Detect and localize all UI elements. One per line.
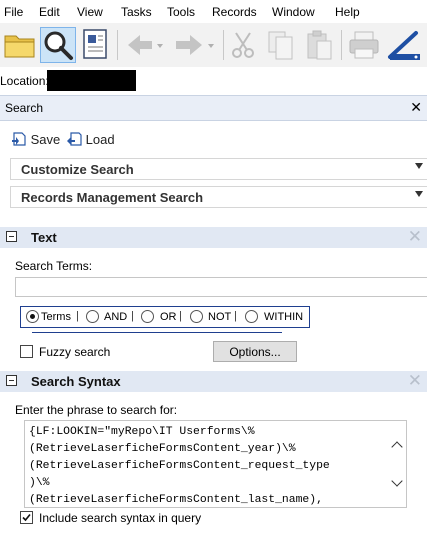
radio-within-label: WITHIN bbox=[264, 311, 304, 323]
back-icon[interactable] bbox=[124, 27, 166, 63]
phrase-label: Enter the phrase to search for: bbox=[15, 403, 178, 417]
radio-terms-label: Terms bbox=[41, 311, 71, 323]
folder-icon[interactable] bbox=[2, 27, 38, 63]
chevron-down-icon bbox=[415, 163, 423, 169]
separator: | bbox=[234, 310, 237, 322]
toolbar-separator bbox=[341, 30, 342, 60]
radio-within[interactable] bbox=[245, 310, 258, 323]
search-terms-input[interactable] bbox=[15, 277, 427, 297]
menu-view[interactable]: View bbox=[77, 5, 103, 19]
collapse-icon[interactable] bbox=[6, 375, 17, 386]
menu-window[interactable]: Window bbox=[272, 5, 315, 19]
close-icon[interactable]: ✕ bbox=[410, 99, 422, 116]
search-syntax-text[interactable]: {LF:LOOKIN="myRepo\IT Userforms\% (Retri… bbox=[29, 424, 383, 509]
load-icon bbox=[67, 132, 82, 146]
search-syntax-section-header[interactable]: Search Syntax ✕ bbox=[0, 371, 427, 392]
syntax-scrollbar[interactable] bbox=[388, 421, 406, 507]
records-management-search-label: Records Management Search bbox=[21, 190, 204, 205]
menu-help[interactable]: Help bbox=[335, 5, 360, 19]
radio-and-label: AND bbox=[104, 311, 128, 323]
menu-records[interactable]: Records bbox=[212, 5, 257, 19]
save-label: Save bbox=[30, 132, 61, 147]
location-bar: Location: bbox=[0, 67, 427, 95]
fuzzy-search-checkbox[interactable] bbox=[20, 345, 33, 358]
search-syntax-title: Search Syntax bbox=[31, 374, 121, 389]
toolbar-separator bbox=[223, 30, 224, 60]
checkmark-icon bbox=[22, 513, 31, 522]
text-section-title: Text bbox=[31, 230, 57, 245]
save-button[interactable]: Save bbox=[11, 131, 60, 147]
radio-or[interactable] bbox=[141, 310, 154, 323]
operator-underline bbox=[32, 332, 282, 333]
search-panel-header: Search ✕ bbox=[0, 95, 427, 121]
document-icon[interactable] bbox=[80, 27, 112, 63]
search-syntax-textarea[interactable]: {LF:LOOKIN="myRepo\IT Userforms\% (Retri… bbox=[24, 420, 407, 508]
menu-tasks[interactable]: Tasks bbox=[121, 5, 152, 19]
search-terms-label: Search Terms: bbox=[15, 259, 93, 273]
cut-icon[interactable] bbox=[228, 27, 260, 63]
remove-section-icon[interactable]: ✕ bbox=[408, 371, 422, 391]
customize-search-dropdown[interactable]: Customize Search bbox=[10, 158, 427, 180]
load-label: Load bbox=[85, 132, 115, 147]
text-section-header[interactable]: Text ✕ bbox=[0, 227, 427, 248]
copy-icon[interactable] bbox=[264, 27, 298, 63]
toolbar-separator bbox=[117, 30, 118, 60]
load-button[interactable]: Load bbox=[66, 131, 115, 147]
menu-edit[interactable]: Edit bbox=[39, 5, 60, 19]
panel-bottom bbox=[0, 533, 427, 553]
include-syntax-label: Include search syntax in query bbox=[39, 511, 202, 525]
chevron-up-icon[interactable] bbox=[391, 441, 403, 453]
print-icon[interactable] bbox=[346, 27, 382, 63]
radio-or-label: OR bbox=[160, 311, 177, 323]
customize-search-label: Customize Search bbox=[21, 162, 134, 177]
menu-tools[interactable]: Tools bbox=[167, 5, 195, 19]
scanner-icon[interactable] bbox=[386, 27, 424, 63]
radio-not-label: NOT bbox=[208, 311, 232, 323]
search-panel-title: Search bbox=[5, 101, 44, 115]
separator: | bbox=[131, 310, 134, 322]
collapse-icon[interactable] bbox=[6, 231, 17, 242]
chevron-down-icon bbox=[415, 191, 423, 197]
save-icon bbox=[12, 132, 26, 146]
radio-not[interactable] bbox=[190, 310, 203, 323]
search-icon[interactable] bbox=[40, 27, 76, 63]
separator: | bbox=[76, 310, 79, 322]
paste-icon[interactable] bbox=[302, 27, 336, 63]
include-syntax-checkbox[interactable] bbox=[20, 511, 33, 524]
records-management-search-dropdown[interactable]: Records Management Search bbox=[10, 186, 427, 208]
location-label: Location: bbox=[0, 74, 49, 88]
fuzzy-search-label: Fuzzy search bbox=[39, 345, 111, 359]
options-button[interactable]: Options... bbox=[213, 341, 297, 362]
location-value-redacted[interactable] bbox=[47, 70, 136, 91]
chevron-down-icon[interactable] bbox=[391, 475, 403, 487]
toolbar bbox=[0, 23, 427, 67]
remove-section-icon[interactable]: ✕ bbox=[408, 227, 422, 247]
separator: | bbox=[179, 310, 182, 322]
menu-file[interactable]: File bbox=[4, 5, 23, 19]
menu-bar: File Edit View Tasks Tools Records Windo… bbox=[0, 0, 427, 23]
radio-terms[interactable] bbox=[26, 310, 39, 323]
radio-and[interactable] bbox=[86, 310, 99, 323]
operator-radio-group: Terms | AND | OR | NOT | WITHIN bbox=[20, 306, 310, 328]
forward-icon[interactable] bbox=[170, 27, 218, 63]
